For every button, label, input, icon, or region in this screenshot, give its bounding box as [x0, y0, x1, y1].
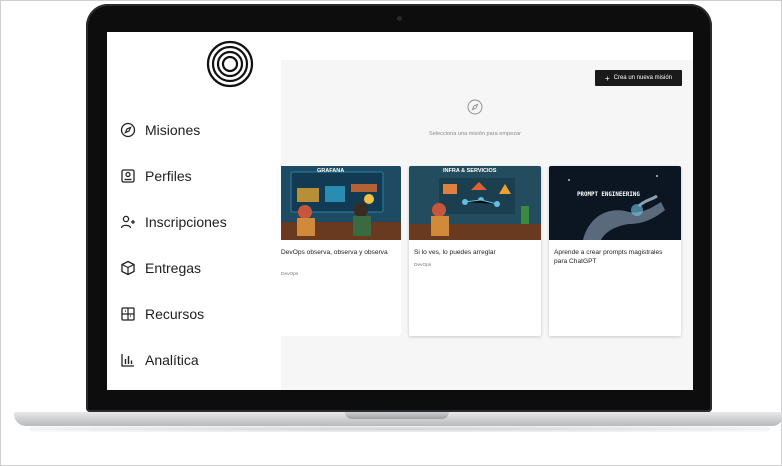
sidebar-item-recursos[interactable]: Recursos: [120, 304, 204, 324]
empty-state-hint: Selecciona una misión para empezar: [428, 131, 522, 137]
plus-icon: +: [604, 73, 610, 83]
card-image: PROMPT ENGINEERING: [549, 166, 681, 240]
card-title: Si lo ves, lo puedes arreglar: [414, 249, 496, 256]
new-mission-button[interactable]: + Crea un nueva misión: [595, 70, 682, 86]
card-title: Aprende a crear prompts magistrales para…: [554, 249, 663, 265]
new-mission-label: Crea un nueva misión: [613, 75, 673, 81]
bar-chart-icon: [121, 354, 134, 367]
card-banner: GRAFANA: [317, 168, 345, 174]
compass-icon: [120, 122, 136, 138]
sidebar-item-label: Misiones: [145, 122, 201, 138]
laptop-shadow: [30, 426, 770, 432]
card-tag: DevOps: [414, 263, 432, 268]
grid-icon: [121, 307, 135, 321]
infra-illustration: [409, 166, 541, 240]
card-title: DevOps observa, observa y observa: [281, 249, 388, 256]
mission-card-devops-observa[interactable]: GRAFANA DevOps observa, observa y observ…: [281, 166, 401, 336]
mission-card-si-lo-ves[interactable]: INFRA & SERVICIOS Si lo ves, lo puedes a…: [409, 166, 541, 336]
id-card-icon: [121, 169, 135, 183]
sidebar-item-entregas[interactable]: Entregas: [120, 258, 201, 278]
sidebar-item-analitica[interactable]: Analítica: [120, 350, 199, 370]
sidebar-item-label: Recursos: [145, 306, 205, 322]
sidebar: Misiones Perfiles Inscripciones Entregas…: [107, 32, 281, 390]
card-tag: DevOps: [281, 272, 299, 277]
webcam: [397, 16, 402, 21]
laptop-notch: [345, 412, 449, 419]
sidebar-item-label: Analítica: [145, 352, 199, 368]
card-clip: GRAFANA DevOps observa, observa y observ…: [281, 166, 401, 336]
sidebar-item-misiones[interactable]: Misiones: [120, 120, 200, 140]
prompt-engineering-illustration: [549, 166, 681, 240]
sidebar-item-label: Entregas: [145, 260, 202, 276]
card-banner: INFRA & SERVICIOS: [443, 168, 497, 174]
card-image: INFRA & SERVICIOS: [409, 166, 541, 240]
user-plus-icon: [120, 215, 135, 229]
logo-icon: [206, 40, 254, 88]
package-icon: [121, 260, 135, 276]
grafana-illustration: [281, 166, 401, 240]
sidebar-item-label: Perfiles: [145, 168, 192, 184]
card-image: GRAFANA: [281, 166, 401, 240]
sidebar-item-label: Inscripciones: [145, 214, 227, 230]
compass-icon: [467, 99, 483, 115]
sidebar-item-perfiles[interactable]: Perfiles: [120, 166, 192, 186]
sidebar-item-inscripciones[interactable]: Inscripciones: [120, 212, 227, 232]
card-banner: PROMPT ENGINEERING: [577, 192, 640, 198]
mission-card-prompt-engineering[interactable]: PROMPT ENGINEERING Aprende a crear promp…: [549, 166, 681, 336]
